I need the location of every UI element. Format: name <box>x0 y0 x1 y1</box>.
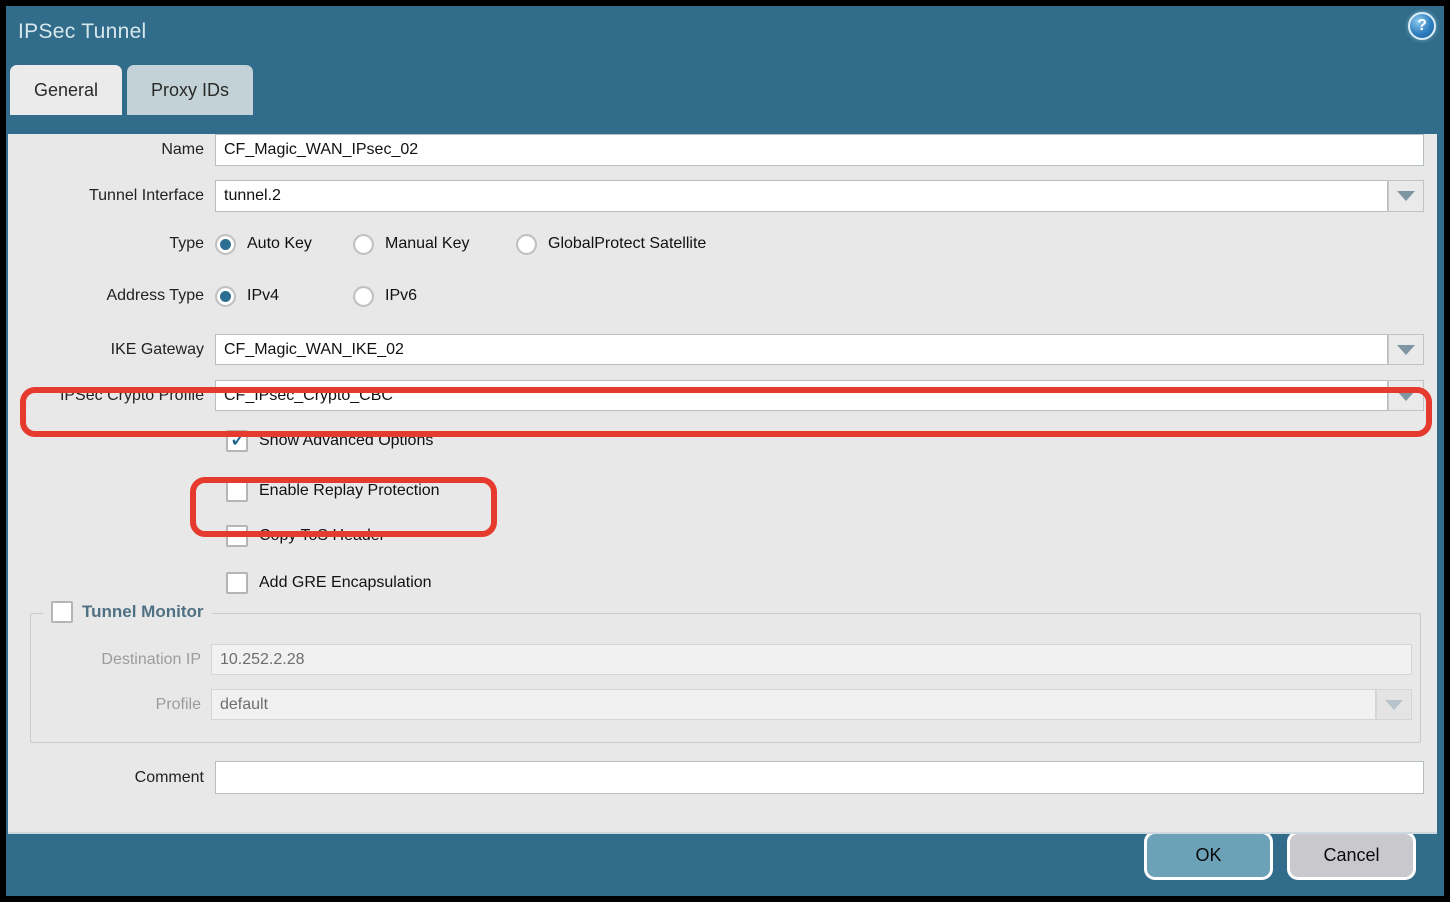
chevron-down-icon <box>1397 391 1415 401</box>
destination-ip-row: Destination IP <box>31 644 1420 675</box>
cancel-button[interactable]: Cancel <box>1287 831 1416 880</box>
ipsec-crypto-profile-dropdown-button[interactable] <box>1388 380 1424 411</box>
name-input[interactable] <box>215 134 1424 166</box>
profile-label: Profile <box>31 696 211 714</box>
ike-gateway-label: IKE Gateway <box>8 341 215 359</box>
checked-checkbox-icon[interactable] <box>226 430 248 452</box>
address-type-label: Address Type <box>8 287 215 305</box>
tunnel-monitor-fieldset: Tunnel Monitor Destination IP Profile <box>30 613 1421 743</box>
address-type-row: Address Type IPv4 IPv6 <box>8 283 1437 309</box>
tab-proxy-ids[interactable]: Proxy IDs <box>127 65 253 115</box>
radio-manual-key[interactable]: Manual Key <box>353 234 516 255</box>
tab-bar: General Proxy IDs <box>6 65 1444 115</box>
destination-ip-label: Destination IP <box>31 651 211 669</box>
destination-ip-input <box>211 644 1412 675</box>
comment-input[interactable] <box>215 761 1424 794</box>
unchecked-checkbox-icon[interactable] <box>226 480 248 502</box>
ike-gateway-row: IKE Gateway <box>8 334 1437 365</box>
ipsec-crypto-profile-label: IPSec Crypto Profile <box>8 387 215 405</box>
radio-auto-key[interactable]: Auto Key <box>215 234 353 255</box>
dialog-titlebar: IPSec Tunnel ? <box>6 6 1444 65</box>
enable-replay-protection-checkbox-row[interactable]: Enable Replay Protection <box>8 479 1437 503</box>
name-row: Name <box>8 134 1437 166</box>
radio-unselected-icon <box>516 234 537 255</box>
profile-row: Profile <box>31 689 1420 720</box>
type-row: Type Auto Key Manual Key GlobalProtect S… <box>8 231 1437 257</box>
dialog-title: IPSec Tunnel <box>18 20 147 44</box>
radio-unselected-icon <box>353 286 374 307</box>
help-icon[interactable]: ? <box>1408 12 1436 40</box>
tunnel-monitor-legend[interactable]: Tunnel Monitor <box>43 601 212 623</box>
comment-label: Comment <box>8 769 215 787</box>
add-gre-encapsulation-checkbox-row[interactable]: Add GRE Encapsulation <box>8 571 1437 595</box>
radio-ipv6[interactable]: IPv6 <box>353 286 417 307</box>
unchecked-checkbox-icon[interactable] <box>226 572 248 594</box>
ipsec-crypto-profile-input[interactable] <box>215 380 1388 411</box>
ipsec-crypto-profile-row: IPSec Crypto Profile <box>8 380 1437 411</box>
ike-gateway-dropdown-button[interactable] <box>1388 334 1424 365</box>
chevron-down-icon <box>1397 345 1415 355</box>
unchecked-checkbox-icon[interactable] <box>226 525 248 547</box>
chevron-down-icon <box>1385 700 1403 710</box>
radio-globalprotect-satellite[interactable]: GlobalProtect Satellite <box>516 234 706 255</box>
show-advanced-options-checkbox-row[interactable]: Show Advanced Options <box>8 429 1437 453</box>
tunnel-interface-dropdown-button[interactable] <box>1388 180 1424 212</box>
ike-gateway-input[interactable] <box>215 334 1388 365</box>
profile-dropdown-button <box>1376 689 1412 720</box>
ok-button[interactable]: OK <box>1144 831 1273 880</box>
ipsec-tunnel-dialog: IPSec Tunnel ? General Proxy IDs Name Tu… <box>6 6 1444 896</box>
comment-row: Comment <box>8 761 1437 794</box>
radio-selected-icon <box>215 286 236 307</box>
radio-ipv4[interactable]: IPv4 <box>215 286 353 307</box>
radio-selected-icon <box>215 234 236 255</box>
type-label: Type <box>8 235 215 253</box>
tunnel-interface-label: Tunnel Interface <box>8 187 215 205</box>
name-label: Name <box>8 141 215 159</box>
profile-input <box>211 689 1376 720</box>
copy-tos-header-checkbox-row[interactable]: Copy ToS Header <box>8 524 1437 548</box>
chevron-down-icon <box>1397 191 1415 201</box>
tunnel-interface-input[interactable] <box>215 180 1388 212</box>
radio-unselected-icon <box>353 234 374 255</box>
unchecked-checkbox-icon[interactable] <box>51 601 73 623</box>
tunnel-interface-row: Tunnel Interface <box>8 180 1437 212</box>
general-tab-panel: Name Tunnel Interface Type Auto Key <box>8 134 1437 834</box>
tab-general[interactable]: General <box>10 65 122 115</box>
